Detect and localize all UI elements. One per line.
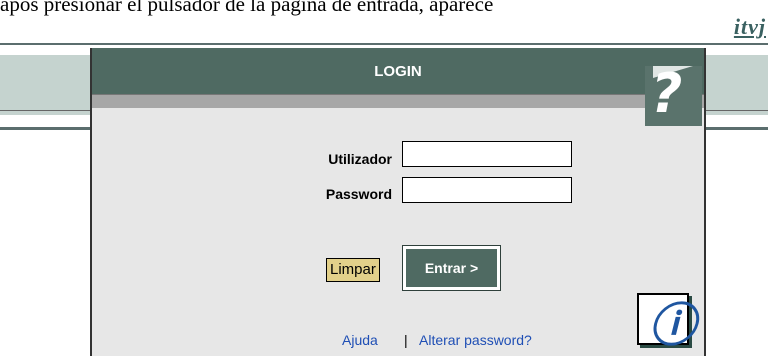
login-panel: LOGIN ? Utilizador Password Limpar Entra… <box>90 48 706 356</box>
help-link[interactable]: Ajuda <box>342 332 378 348</box>
brand-logo: itvj <box>733 14 766 39</box>
page-intro-text: após presionar el pulsador de la página … <box>0 0 494 16</box>
password-input[interactable] <box>402 177 572 203</box>
question-mark-glyph: ? <box>651 62 683 125</box>
link-separator: | <box>404 332 408 348</box>
band-top-line <box>0 43 768 45</box>
submit-button[interactable]: Entrar > <box>402 245 501 291</box>
help-question-icon[interactable]: ? <box>645 62 702 126</box>
login-header: LOGIN <box>92 48 704 94</box>
info-logo-icon: ⓘ <box>637 293 695 352</box>
change-password-link[interactable]: Alterar password? <box>419 332 532 348</box>
username-input[interactable] <box>402 141 572 167</box>
header-divider <box>92 94 704 108</box>
login-title: LOGIN <box>374 63 422 80</box>
password-label: Password <box>325 186 392 202</box>
username-label: Utilizador <box>328 151 392 167</box>
info-glyph: ⓘ <box>649 298 695 352</box>
clear-button[interactable]: Limpar <box>326 258 380 282</box>
